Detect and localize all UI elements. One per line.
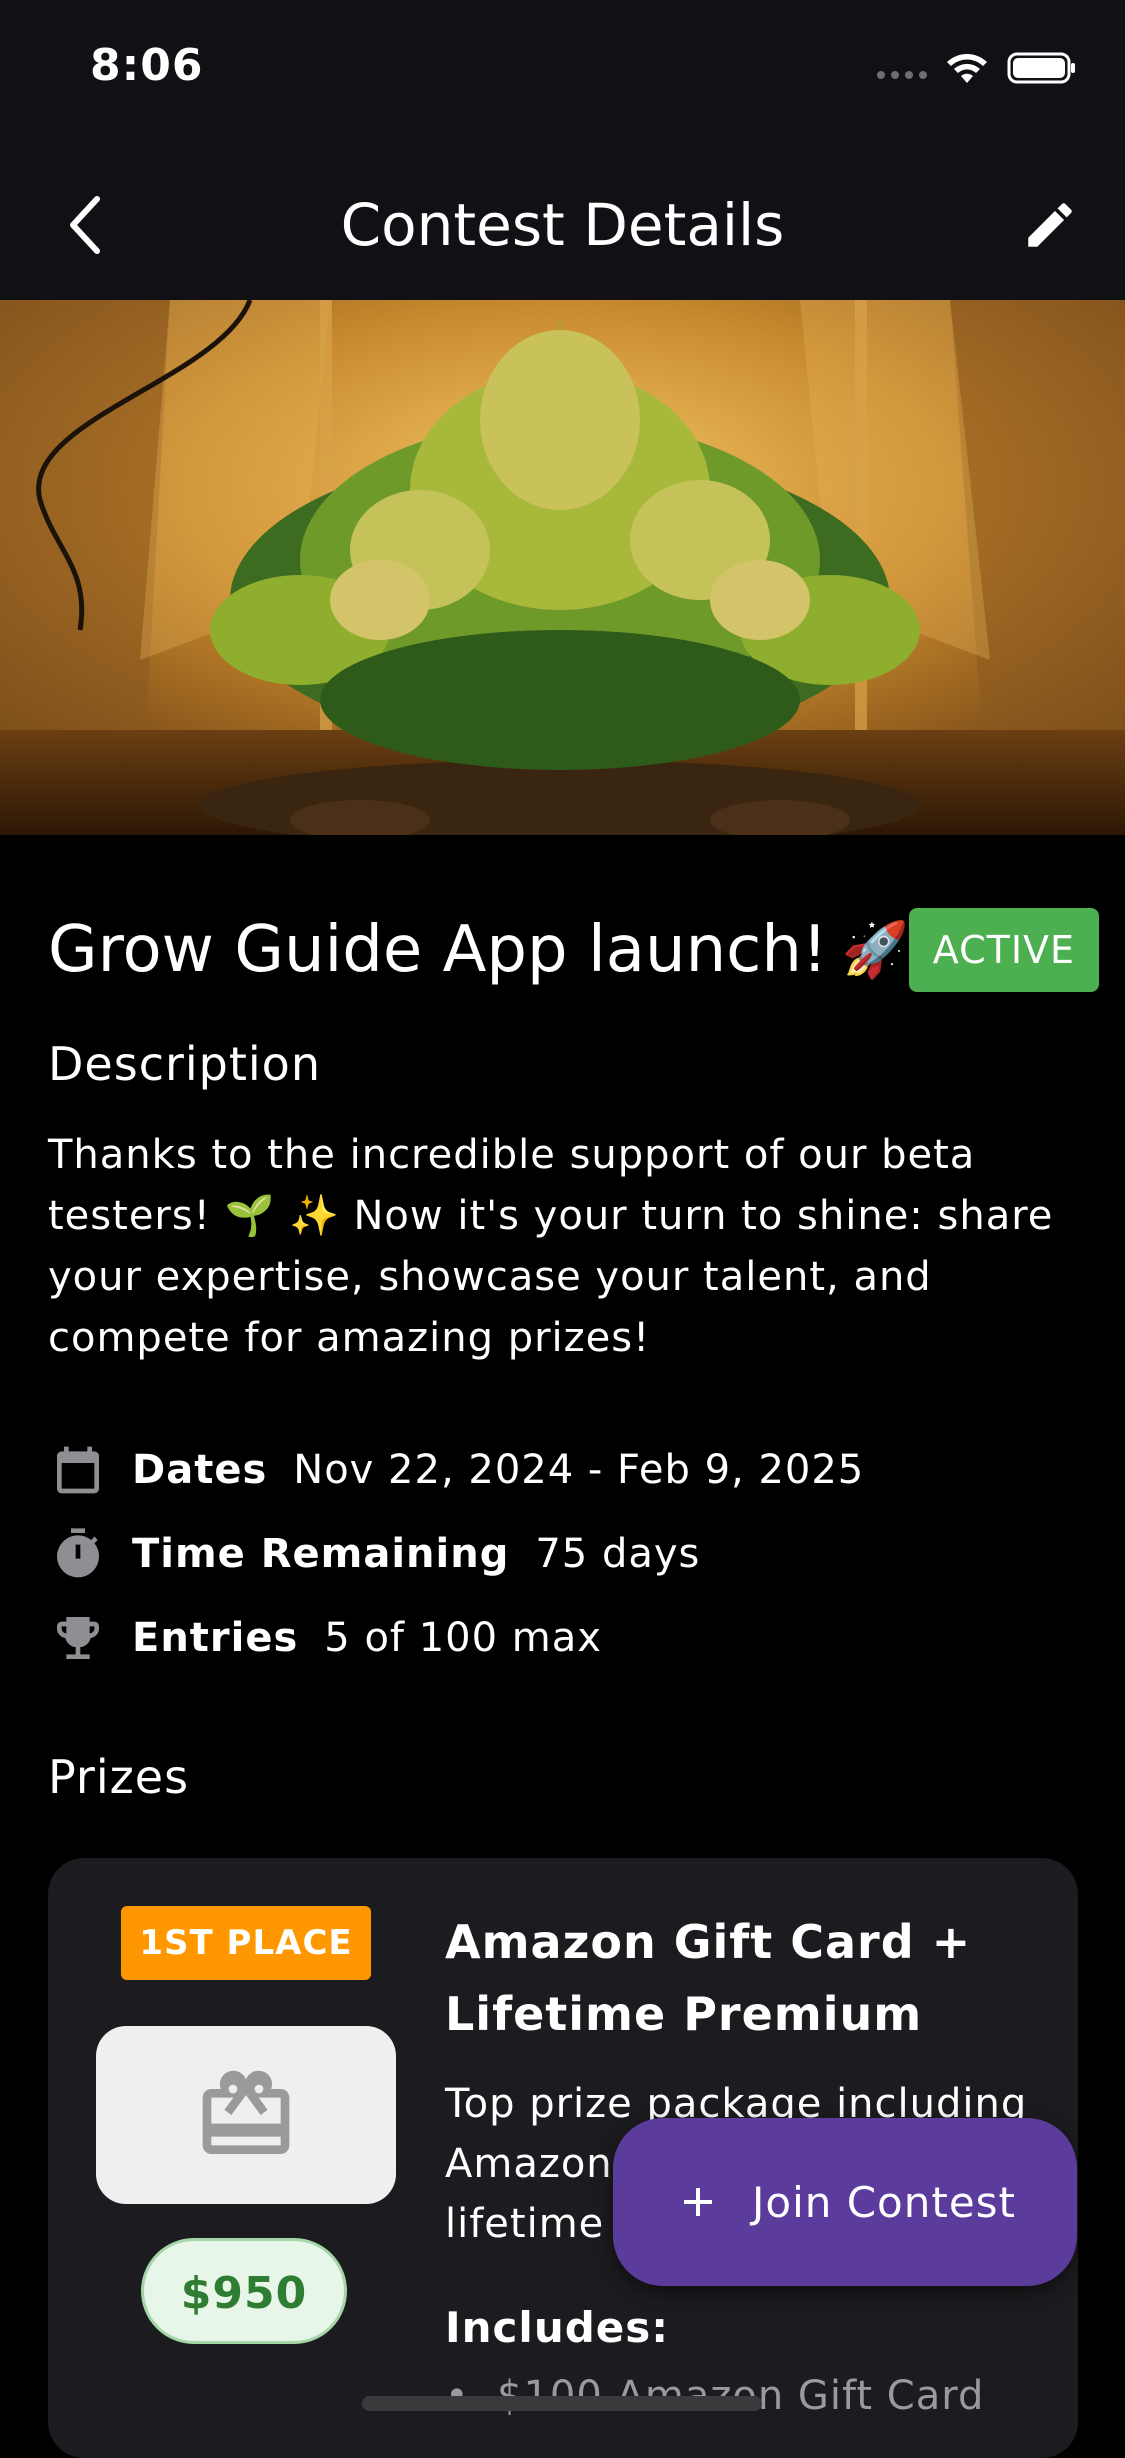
contest-cover-image [0,300,1125,835]
signal-icon [877,71,927,79]
calendar-icon [48,1440,108,1500]
status-time: 8:06 [90,40,204,91]
description-heading: Description [48,1037,321,1091]
wifi-icon [947,54,987,83]
prizes-heading: Prizes [48,1750,190,1804]
join-contest-label: Join Contest [751,2177,1017,2227]
status-badge: ACTIVE [908,908,1100,992]
entries-label: Entries [132,1615,299,1661]
back-button[interactable] [40,180,130,270]
contest-title-text: Grow Guide App launch! [48,913,828,987]
chevron-left-icon [70,196,100,254]
description-text: Thanks to the incredible support of our … [48,1132,1054,1361]
plus-icon [683,2188,712,2216]
edit-button[interactable] [1005,180,1095,270]
prize-value: $950 [141,2238,347,2344]
trophy-icon [48,1608,108,1668]
page-title: Contest Details [340,191,785,259]
gift-card-icon [202,2070,290,2154]
battery-icon [1007,52,1075,84]
status-bar: 8:06 [0,0,1125,140]
nav-bar: Contest Details [0,140,1125,300]
status-icons [877,48,1077,88]
entries-value: 5 of 100 max [324,1615,602,1661]
entries-row: Entries 5 of 100 max [48,1603,602,1673]
pencil-icon [1028,203,1072,247]
rocket-emoji: 🚀 [841,918,909,981]
title-row: Grow Guide App launch! 🚀 ACTIVE [48,895,1100,1005]
contest-title: Grow Guide App launch! 🚀 [48,913,909,987]
time-remaining-value: 75 days [535,1531,701,1577]
place-badge: 1ST PLACE [121,1906,371,1980]
time-remaining-label: Time Remaining [132,1531,510,1577]
includes-label: Includes: [445,2303,670,2352]
dates-value: Nov 22, 2024 - Feb 9, 2025 [293,1447,865,1493]
home-indicator[interactable] [362,2396,762,2411]
time-remaining-row: Time Remaining 75 days [48,1519,700,1589]
join-contest-button[interactable]: Join Contest [613,2118,1077,2286]
timer-icon [48,1524,108,1584]
dates-label: Dates [132,1447,268,1493]
prize-name: Amazon Gift Card + Lifetime Premium [445,1915,972,2041]
dates-row: Dates Nov 22, 2024 - Feb 9, 2025 [48,1435,864,1505]
prize-image [96,2026,396,2204]
